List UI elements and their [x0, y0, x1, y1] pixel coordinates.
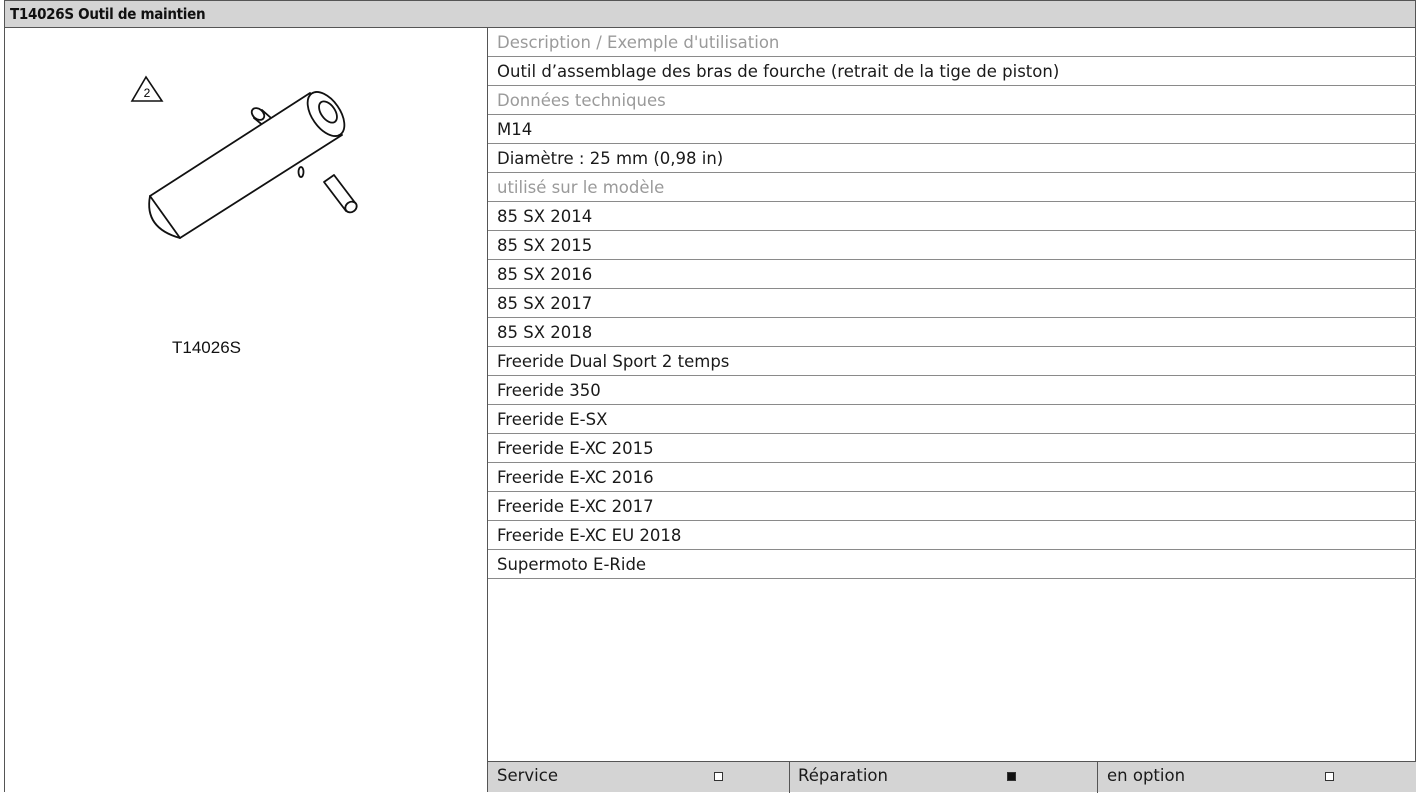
section-label: Description / Exemple d'utilisation: [488, 28, 1416, 57]
category-optional-label: en option: [1107, 766, 1186, 785]
page-title: T14026S Outil de maintien: [10, 5, 206, 23]
detail-value: Freeride E-XC EU 2018: [488, 521, 1416, 550]
detail-value: Outil d’assemblage des bras de fourche (…: [488, 57, 1416, 86]
checkbox-empty-icon: [1325, 772, 1334, 781]
detail-value: M14: [488, 115, 1416, 144]
warning-triangle-icon: 2: [130, 75, 164, 102]
warning-number: 2: [144, 86, 151, 100]
section-label: utilisé sur le modèle: [488, 173, 1416, 202]
detail-value: Freeride E-XC 2017: [488, 492, 1416, 521]
category-optional-checkbox: [1325, 762, 1334, 792]
details-list: Description / Exemple d'utilisation Outil…: [488, 28, 1416, 579]
detail-value: Freeride E-XC 2015: [488, 434, 1416, 463]
section-label: Données techniques: [488, 86, 1416, 115]
detail-value: 85 SX 2018: [488, 318, 1416, 347]
detail-value: 85 SX 2017: [488, 289, 1416, 318]
detail-value: Freeride Dual Sport 2 temps: [488, 347, 1416, 376]
tool-illustration: 2: [130, 75, 358, 239]
detail-value: 85 SX 2016: [488, 260, 1416, 289]
detail-value: Freeride E-XC 2016: [488, 463, 1416, 492]
detail-value: Supermoto E-Ride: [488, 550, 1416, 579]
detail-value: Diamètre : 25 mm (0,98 in): [488, 144, 1416, 173]
tool-illustration-panel: 2 T14026S: [5, 28, 487, 792]
category-bar: Service Réparation en option: [488, 761, 1416, 793]
checkbox-filled-icon: [1007, 772, 1016, 781]
cell-divider: [789, 762, 790, 793]
checkbox-empty-icon: [714, 772, 723, 781]
category-repair-checkbox: [1007, 762, 1016, 792]
detail-value: 85 SX 2014: [488, 202, 1416, 231]
detail-value: 85 SX 2015: [488, 231, 1416, 260]
category-service-label: Service: [497, 766, 558, 785]
tool-code-label: T14026S: [172, 338, 241, 357]
detail-value: Freeride 350: [488, 376, 1416, 405]
category-service-checkbox: [714, 762, 723, 792]
category-repair-label: Réparation: [798, 766, 888, 785]
title-bar: T14026S Outil de maintien: [4, 0, 1416, 28]
cell-divider: [1097, 762, 1098, 793]
detail-value: Freeride E-SX: [488, 405, 1416, 434]
